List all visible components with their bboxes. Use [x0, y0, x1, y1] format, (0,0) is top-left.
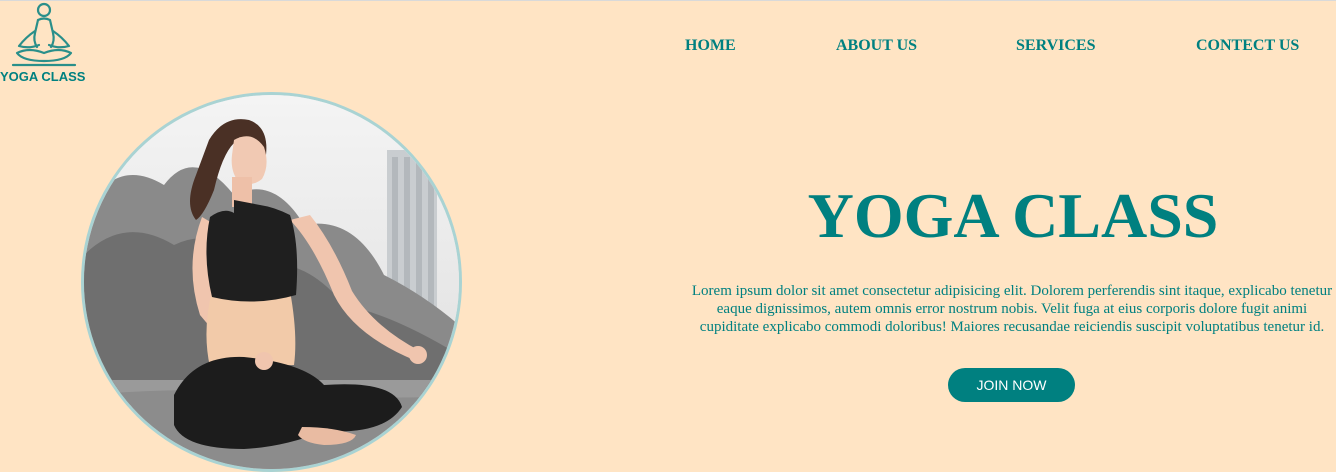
hero-image: [81, 92, 462, 472]
top-divider: [0, 0, 1336, 1]
meditation-figure-icon: [9, 1, 79, 69]
nav-home[interactable]: HOME: [685, 37, 736, 55]
nav-about-us[interactable]: ABOUT US: [836, 37, 917, 55]
logo-text: YOGA CLASS: [0, 69, 86, 84]
join-now-button[interactable]: JOIN NOW: [948, 368, 1075, 402]
hero-description: Lorem ipsum dolor sit amet consectetur a…: [691, 283, 1333, 335]
hero-title: YOGA CLASS: [807, 180, 1219, 251]
site-logo[interactable]: YOGA CLASS: [0, 0, 92, 90]
nav-services[interactable]: SERVICES: [1016, 37, 1095, 55]
nav-contact-us[interactable]: CONTECT US: [1196, 37, 1299, 55]
